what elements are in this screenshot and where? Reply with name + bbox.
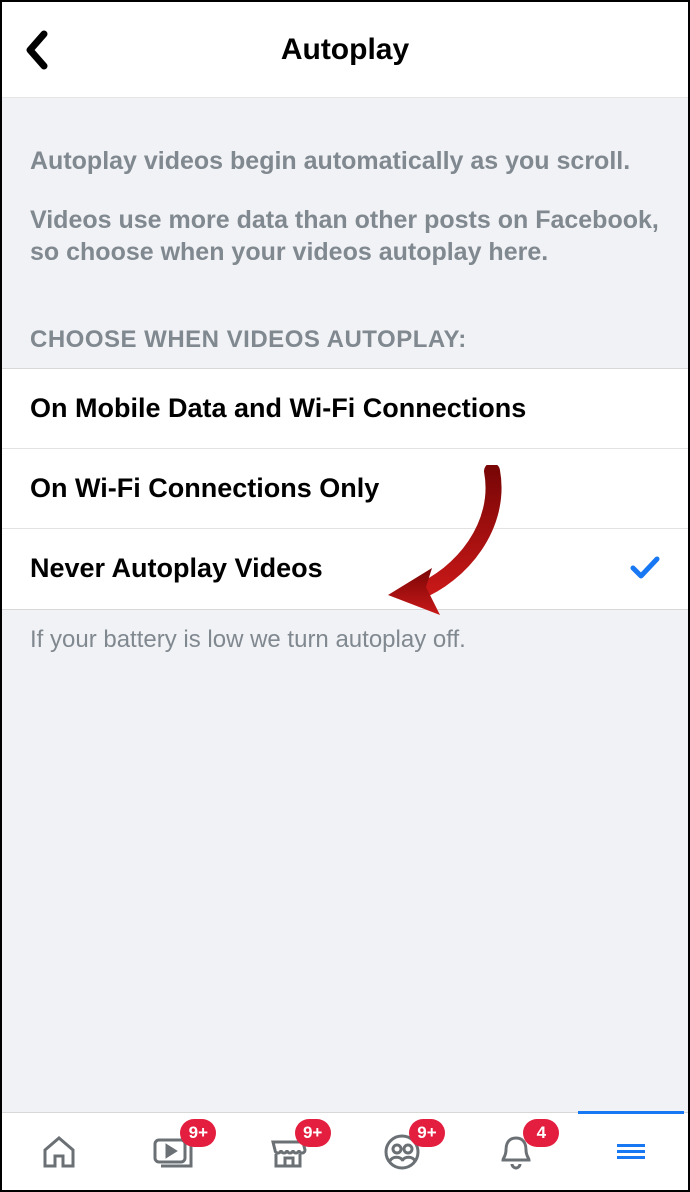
tab-notifications[interactable]: 4 <box>459 1113 573 1190</box>
section-label: CHOOSE WHEN VIDEOS AUTOPLAY: <box>2 268 688 368</box>
header-bar: Autoplay <box>2 2 688 98</box>
chevron-left-icon <box>24 30 48 70</box>
option-mobile-and-wifi[interactable]: On Mobile Data and Wi-Fi Connections <box>2 369 688 449</box>
tab-home[interactable] <box>2 1113 116 1190</box>
description-line-1: Autoplay videos begin automatically as y… <box>30 146 660 177</box>
tab-marketplace[interactable]: 9+ <box>231 1113 345 1190</box>
tab-menu[interactable] <box>574 1113 688 1190</box>
option-label: On Mobile Data and Wi-Fi Connections <box>30 393 526 424</box>
footer-note: If your battery is low we turn autoplay … <box>2 610 688 670</box>
page-title: Autoplay <box>2 33 688 67</box>
app-frame: Autoplay Autoplay videos begin automatic… <box>0 0 690 1192</box>
home-icon <box>39 1132 79 1172</box>
notifications-badge: 4 <box>523 1119 559 1147</box>
option-label: Never Autoplay Videos <box>30 553 323 584</box>
option-label: On Wi-Fi Connections Only <box>30 473 379 504</box>
checkmark-icon <box>630 550 660 587</box>
option-never[interactable]: Never Autoplay Videos <box>2 529 688 609</box>
description-block: Autoplay videos begin automatically as y… <box>2 98 688 268</box>
groups-badge: 9+ <box>409 1119 445 1147</box>
hamburger-icon <box>617 1141 645 1162</box>
tab-watch[interactable]: 9+ <box>116 1113 230 1190</box>
back-button[interactable] <box>24 30 48 75</box>
autoplay-options: On Mobile Data and Wi-Fi Connections On … <box>2 368 688 610</box>
option-wifi-only[interactable]: On Wi-Fi Connections Only <box>2 449 688 529</box>
tab-groups[interactable]: 9+ <box>345 1113 459 1190</box>
marketplace-badge: 9+ <box>295 1119 331 1147</box>
watch-badge: 9+ <box>180 1119 216 1147</box>
description-line-2: Videos use more data than other posts on… <box>30 205 660 268</box>
tab-bar: 9+ 9+ 9+ 4 <box>2 1112 688 1190</box>
